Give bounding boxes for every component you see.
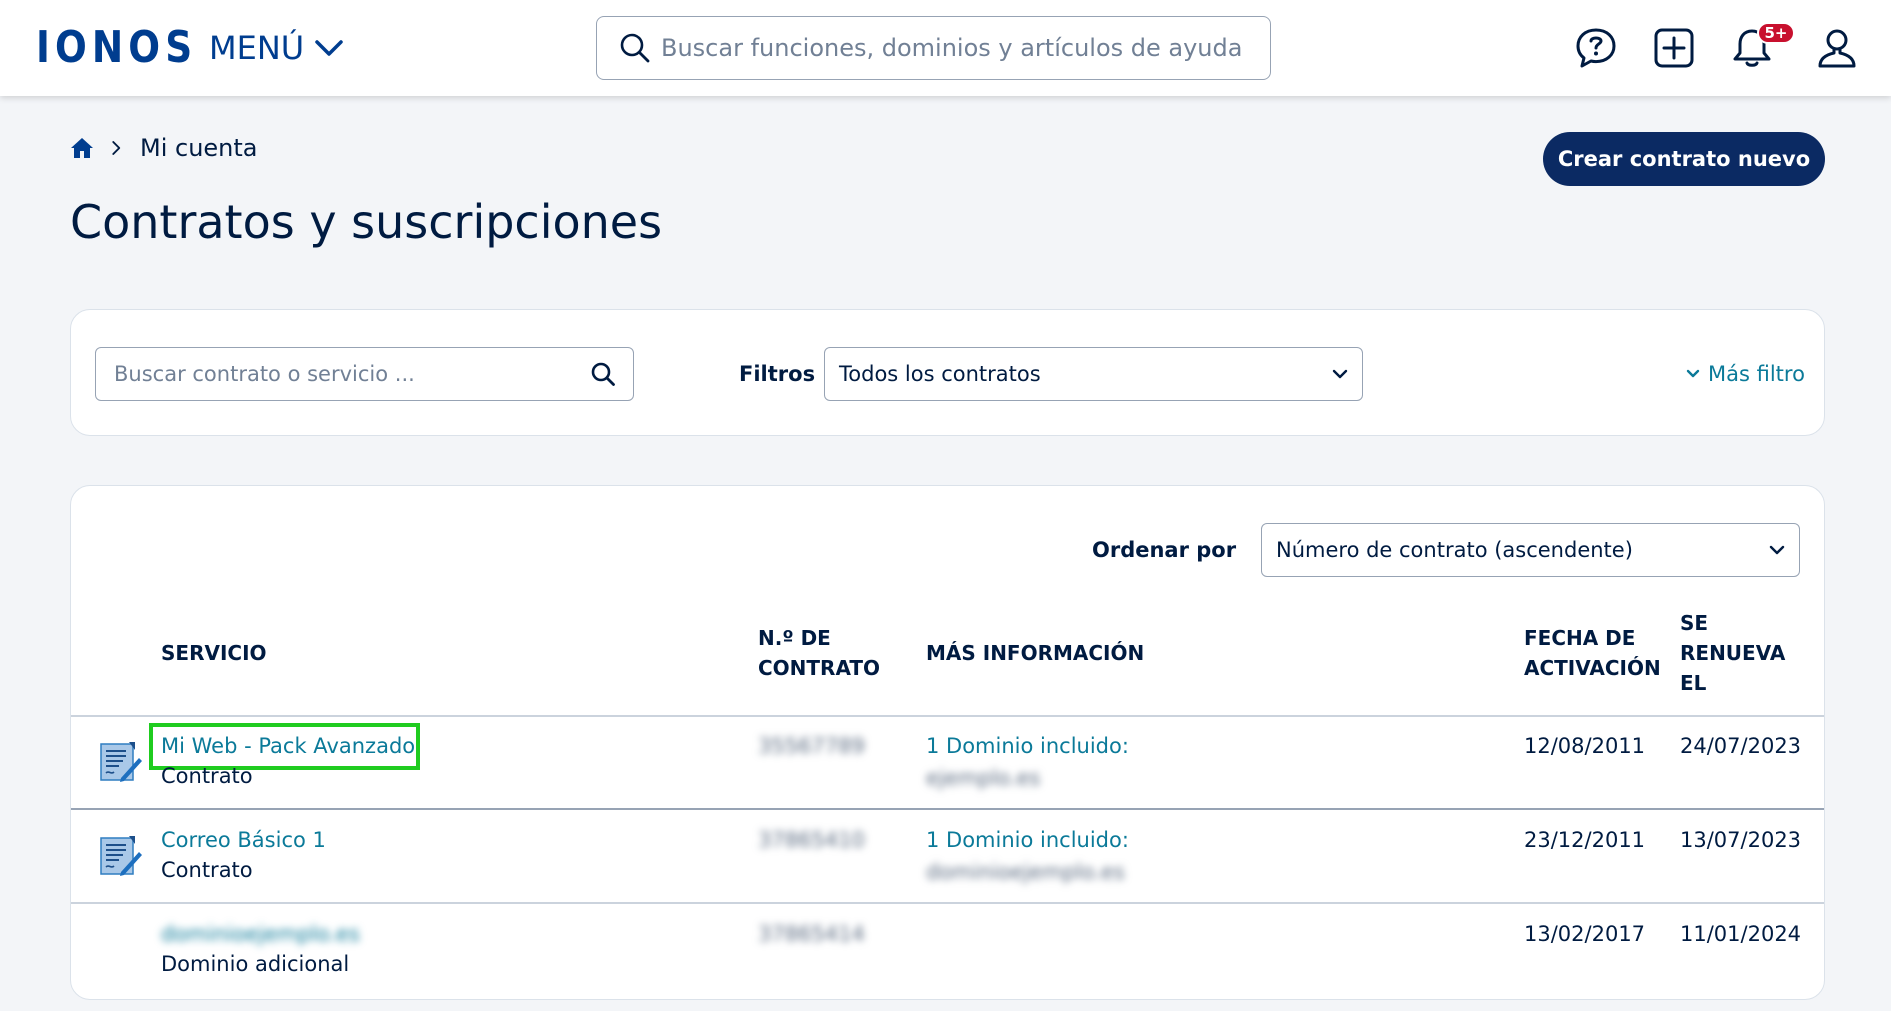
- chevron-right-icon: [112, 141, 121, 155]
- column-header-renewal-line1: SE: [1680, 611, 1709, 635]
- included-domain-label[interactable]: 1 Dominio incluido:: [926, 731, 1129, 761]
- service-link[interactable]: Correo Básico 1: [161, 825, 326, 855]
- global-search[interactable]: [596, 16, 1271, 80]
- menu-label: MENÚ: [209, 29, 305, 67]
- home-icon[interactable]: [70, 136, 94, 160]
- contract-number: 37865414: [758, 922, 865, 946]
- filter-selected-value: Todos los contratos: [839, 362, 1041, 386]
- column-header-service: SERVICIO: [161, 641, 267, 665]
- search-icon: [620, 33, 650, 63]
- user-account-icon[interactable]: [1815, 26, 1859, 70]
- contract-document-icon: [100, 742, 142, 782]
- service-link[interactable]: dominioejemplo.es: [161, 919, 360, 949]
- included-domain-value: ejemplo.es: [926, 766, 1041, 790]
- contracts-table-panel: Ordenar por Número de contrato (ascenden…: [70, 485, 1825, 1000]
- breadcrumb: Mi cuenta: [70, 134, 258, 162]
- column-header-more-info: MÁS INFORMACIÓN: [926, 641, 1145, 665]
- create-contract-button[interactable]: Crear contrato nuevo: [1543, 132, 1825, 186]
- contract-number: 37865410: [758, 828, 865, 852]
- contract-document-icon: [100, 836, 142, 876]
- contract-search[interactable]: [95, 347, 634, 401]
- filter-select[interactable]: Todos los contratos: [824, 347, 1363, 401]
- global-search-input[interactable]: [661, 34, 1261, 62]
- page-title: Contratos y suscripciones: [70, 195, 663, 249]
- filters-label: Filtros: [739, 362, 816, 386]
- main-menu-button[interactable]: MENÚ: [209, 30, 344, 66]
- service-type: Dominio adicional: [161, 952, 350, 976]
- column-header-contract-number: N.º DE CONTRATO: [758, 623, 880, 683]
- column-header-activation-line2: ACTIVACIÓN: [1524, 656, 1661, 680]
- breadcrumb-current: Mi cuenta: [140, 134, 258, 162]
- sort-label: Ordenar por: [1092, 538, 1237, 562]
- activation-date: 12/08/2011: [1524, 734, 1646, 758]
- sort-selected-value: Número de contrato (ascendente): [1276, 538, 1633, 562]
- column-header-activation-date: FECHA DE ACTIVACIÓN: [1524, 623, 1661, 683]
- chevron-down-icon: [1686, 369, 1700, 378]
- activation-date: 13/02/2017: [1524, 922, 1646, 946]
- help-chat-icon[interactable]: [1574, 26, 1618, 70]
- column-header-contract-line1: N.º DE: [758, 626, 831, 650]
- activation-date: 23/12/2011: [1524, 828, 1646, 852]
- contract-search-input[interactable]: [114, 362, 584, 386]
- column-header-contract-line2: CONTRATO: [758, 656, 881, 680]
- included-domain-value: dominioejemplo.es: [926, 860, 1125, 884]
- chevron-down-icon: [315, 40, 343, 56]
- notifications-badge: 5+: [1757, 22, 1795, 44]
- chevron-down-icon: [1769, 545, 1785, 555]
- search-icon[interactable]: [590, 361, 616, 387]
- more-filters-label: Más filtro: [1708, 362, 1805, 386]
- add-icon[interactable]: [1652, 26, 1696, 70]
- service-type: Contrato: [161, 858, 253, 882]
- column-header-renewal-date: SE RENUEVA EL: [1680, 608, 1785, 698]
- renewal-date: 13/07/2023: [1680, 828, 1802, 852]
- column-header-activation-line1: FECHA DE: [1524, 626, 1636, 650]
- column-header-renewal-line3: EL: [1680, 671, 1707, 695]
- top-header: IONOS MENÚ 5+: [0, 0, 1891, 96]
- contract-number: 35567789: [758, 734, 865, 758]
- included-domain-label[interactable]: 1 Dominio incluido:: [926, 825, 1129, 855]
- filter-panel: Filtros Todos los contratos Más filtro: [70, 309, 1825, 436]
- header-divider: [71, 715, 1824, 717]
- sort-select[interactable]: Número de contrato (ascendente): [1261, 523, 1800, 577]
- service-type: Contrato: [161, 764, 253, 788]
- ionos-logo[interactable]: IONOS: [36, 26, 197, 70]
- renewal-date: 11/01/2024: [1680, 922, 1802, 946]
- row-divider: [71, 902, 1824, 904]
- chevron-down-icon: [1332, 369, 1348, 379]
- row-divider: [71, 808, 1824, 810]
- renewal-date: 24/07/2023: [1680, 734, 1802, 758]
- column-header-renewal-line2: RENUEVA: [1680, 641, 1786, 665]
- more-filters-toggle[interactable]: Más filtro: [1686, 362, 1805, 386]
